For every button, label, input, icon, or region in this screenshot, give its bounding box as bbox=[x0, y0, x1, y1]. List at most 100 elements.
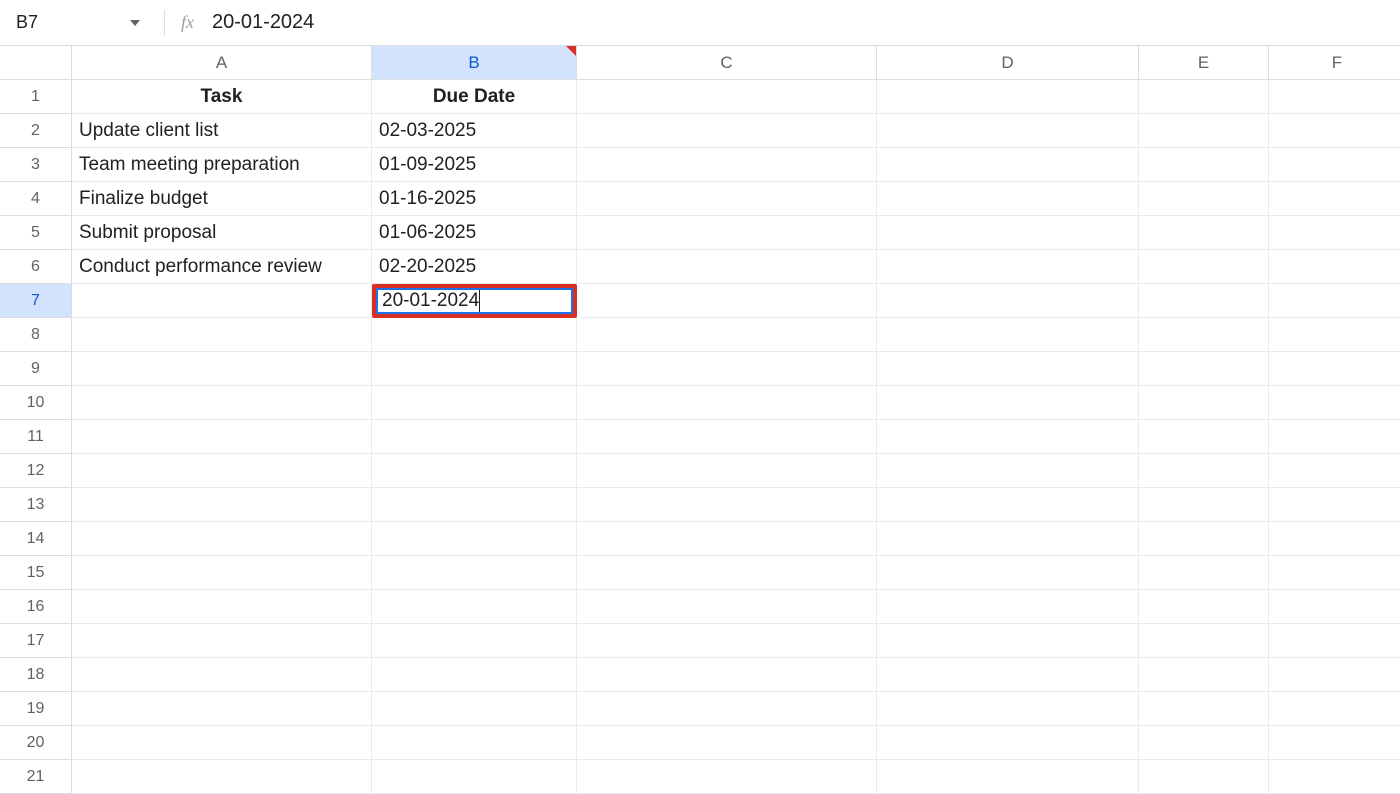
cell-A6[interactable]: Conduct performance review bbox=[72, 250, 372, 284]
row-header[interactable]: 12 bbox=[0, 454, 72, 488]
cell[interactable] bbox=[577, 454, 877, 488]
cell[interactable] bbox=[372, 658, 577, 692]
cell[interactable] bbox=[877, 318, 1139, 352]
row-header[interactable]: 20 bbox=[0, 726, 72, 760]
cell[interactable] bbox=[372, 454, 577, 488]
select-all-corner[interactable] bbox=[0, 46, 72, 80]
cell[interactable] bbox=[72, 590, 372, 624]
cell-B5[interactable]: 01-06-2025 bbox=[372, 216, 577, 250]
cell[interactable] bbox=[577, 556, 877, 590]
row-header[interactable]: 15 bbox=[0, 556, 72, 590]
row-header[interactable]: 11 bbox=[0, 420, 72, 454]
cell[interactable] bbox=[1139, 692, 1269, 726]
row-header[interactable]: 14 bbox=[0, 522, 72, 556]
cell-E7[interactable] bbox=[1139, 284, 1269, 318]
row-header[interactable]: 4 bbox=[0, 182, 72, 216]
cell[interactable] bbox=[72, 760, 372, 794]
cell-F3[interactable] bbox=[1269, 148, 1400, 182]
row-header[interactable]: 1 bbox=[0, 80, 72, 114]
cell-A5[interactable]: Submit proposal bbox=[72, 216, 372, 250]
cell-B6[interactable]: 02-20-2025 bbox=[372, 250, 577, 284]
cell[interactable] bbox=[877, 352, 1139, 386]
cell[interactable] bbox=[372, 556, 577, 590]
cell-A3[interactable]: Team meeting preparation bbox=[72, 148, 372, 182]
cell-D3[interactable] bbox=[877, 148, 1139, 182]
cell[interactable] bbox=[577, 692, 877, 726]
cell[interactable] bbox=[1139, 658, 1269, 692]
cell[interactable] bbox=[577, 624, 877, 658]
cell[interactable] bbox=[372, 420, 577, 454]
cell-B2[interactable]: 02-03-2025 bbox=[372, 114, 577, 148]
cell[interactable] bbox=[72, 658, 372, 692]
cell-A2[interactable]: Update client list bbox=[72, 114, 372, 148]
cell[interactable] bbox=[1269, 522, 1400, 556]
cell[interactable] bbox=[1269, 658, 1400, 692]
cell[interactable] bbox=[577, 760, 877, 794]
cell[interactable] bbox=[372, 488, 577, 522]
row-header[interactable]: 10 bbox=[0, 386, 72, 420]
cell[interactable] bbox=[1269, 760, 1400, 794]
cell-E2[interactable] bbox=[1139, 114, 1269, 148]
row-header[interactable]: 16 bbox=[0, 590, 72, 624]
row-header[interactable]: 21 bbox=[0, 760, 72, 794]
cell-A4[interactable]: Finalize budget bbox=[72, 182, 372, 216]
cell[interactable] bbox=[1139, 488, 1269, 522]
cell[interactable] bbox=[1139, 318, 1269, 352]
cell[interactable] bbox=[877, 624, 1139, 658]
row-header[interactable]: 3 bbox=[0, 148, 72, 182]
cell-D4[interactable] bbox=[877, 182, 1139, 216]
formula-input[interactable]: 20-01-2024 bbox=[212, 11, 1400, 34]
cell[interactable] bbox=[577, 386, 877, 420]
cell[interactable] bbox=[877, 488, 1139, 522]
cell[interactable] bbox=[1139, 624, 1269, 658]
cell[interactable] bbox=[577, 658, 877, 692]
cell[interactable] bbox=[72, 488, 372, 522]
cell[interactable] bbox=[72, 726, 372, 760]
cell-B3[interactable]: 01-09-2025 bbox=[372, 148, 577, 182]
cell[interactable] bbox=[72, 692, 372, 726]
cell[interactable] bbox=[372, 318, 577, 352]
cell-F2[interactable] bbox=[1269, 114, 1400, 148]
cell[interactable] bbox=[1269, 420, 1400, 454]
row-header[interactable]: 6 bbox=[0, 250, 72, 284]
cell[interactable] bbox=[877, 658, 1139, 692]
name-box[interactable]: B7 bbox=[8, 8, 148, 37]
cell[interactable] bbox=[577, 352, 877, 386]
cell-D1[interactable] bbox=[877, 80, 1139, 114]
cell[interactable] bbox=[372, 760, 577, 794]
cell[interactable] bbox=[1139, 760, 1269, 794]
cell-A7[interactable] bbox=[72, 284, 372, 318]
cell-C4[interactable] bbox=[577, 182, 877, 216]
cell-B7-editing[interactable]: 20-01-2024 bbox=[372, 284, 577, 318]
cell[interactable] bbox=[72, 624, 372, 658]
cell[interactable] bbox=[1269, 692, 1400, 726]
cell[interactable] bbox=[1269, 624, 1400, 658]
cell-F5[interactable] bbox=[1269, 216, 1400, 250]
cell[interactable] bbox=[577, 318, 877, 352]
cell[interactable] bbox=[1139, 420, 1269, 454]
cell-E3[interactable] bbox=[1139, 148, 1269, 182]
row-header[interactable]: 19 bbox=[0, 692, 72, 726]
cell[interactable] bbox=[1139, 522, 1269, 556]
cell-C2[interactable] bbox=[577, 114, 877, 148]
cell[interactable] bbox=[1139, 352, 1269, 386]
cell[interactable] bbox=[877, 556, 1139, 590]
cell[interactable] bbox=[372, 692, 577, 726]
col-header-F[interactable]: F bbox=[1269, 46, 1400, 80]
cell[interactable] bbox=[1269, 488, 1400, 522]
cell-D5[interactable] bbox=[877, 216, 1139, 250]
cell[interactable] bbox=[877, 590, 1139, 624]
cell[interactable] bbox=[72, 522, 372, 556]
cell[interactable] bbox=[72, 420, 372, 454]
cell[interactable] bbox=[72, 454, 372, 488]
cell[interactable] bbox=[1139, 556, 1269, 590]
cell-F4[interactable] bbox=[1269, 182, 1400, 216]
row-header[interactable]: 8 bbox=[0, 318, 72, 352]
row-header[interactable]: 5 bbox=[0, 216, 72, 250]
cell[interactable] bbox=[877, 454, 1139, 488]
cell[interactable] bbox=[1139, 726, 1269, 760]
cell-B1[interactable]: Due Date bbox=[372, 80, 577, 114]
cell-C5[interactable] bbox=[577, 216, 877, 250]
col-header-D[interactable]: D bbox=[877, 46, 1139, 80]
cell[interactable] bbox=[372, 352, 577, 386]
